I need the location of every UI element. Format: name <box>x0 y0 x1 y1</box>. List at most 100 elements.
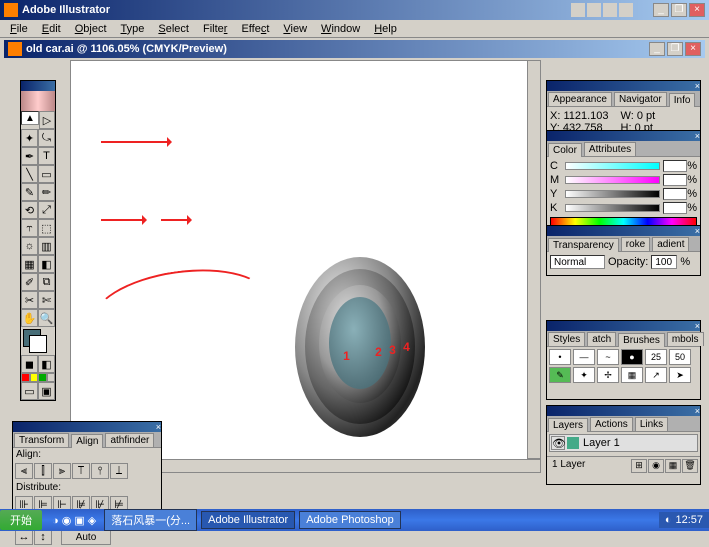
rect-tool[interactable]: ▭ <box>38 165 55 183</box>
tab-pathfinder[interactable]: athfinder <box>105 433 154 447</box>
cyan-value[interactable] <box>663 160 687 172</box>
canvas[interactable]: 1 2 3 4 <box>70 60 539 471</box>
tab-color[interactable]: Color <box>548 143 582 157</box>
line-tool[interactable]: ╲ <box>21 165 38 183</box>
menu-object[interactable]: Object <box>69 23 113 35</box>
direct-select-tool[interactable]: ▷ <box>39 111 55 129</box>
doc-minimize[interactable]: _ <box>649 42 665 56</box>
align-close-icon[interactable]: × <box>156 422 161 432</box>
screen-mode[interactable]: ▭ <box>21 382 38 400</box>
styles-panel-titlebar[interactable]: × <box>547 321 700 331</box>
layer-btn-2[interactable]: ◉ <box>648 459 664 473</box>
align-hcenter[interactable]: ⫿ <box>34 463 52 479</box>
trans-panel-titlebar[interactable]: × <box>547 226 700 236</box>
warp-tool[interactable]: ⥾ <box>21 219 38 237</box>
menu-type[interactable]: Type <box>115 23 151 35</box>
dist-v[interactable]: ↕ <box>34 529 52 545</box>
lasso-tool[interactable]: ⤿ <box>38 129 55 147</box>
layers-close-icon[interactable]: × <box>695 406 700 416</box>
menu-select[interactable]: Select <box>152 23 195 35</box>
fill-mode-color[interactable]: ◼ <box>21 355 38 373</box>
scissors-tool[interactable]: ✄ <box>38 291 55 309</box>
doc-close[interactable]: × <box>685 42 701 56</box>
align-left[interactable]: ⫷ <box>15 463 33 479</box>
menu-help[interactable]: Help <box>368 23 403 35</box>
tab-stroke[interactable]: roke <box>621 237 650 251</box>
layers-panel-titlebar[interactable]: × <box>547 406 700 416</box>
quicklaunch[interactable]: ◑ ◉ ▣ ◈ <box>46 514 102 527</box>
blend-mode-select[interactable]: Normal <box>550 255 605 269</box>
black-value[interactable] <box>663 202 687 214</box>
menu-file[interactable]: FFileile <box>4 23 34 35</box>
menu-filter[interactable]: Filter <box>197 23 233 35</box>
maximize-button[interactable]: ❐ <box>671 3 687 17</box>
tab-transparency[interactable]: Transparency <box>548 238 619 252</box>
info-close-icon[interactable]: × <box>695 81 700 91</box>
blend-tool[interactable]: ⧉ <box>38 273 55 291</box>
tab-transform[interactable]: Transform <box>14 433 69 447</box>
zoom-tool[interactable]: 🔍 <box>38 309 55 327</box>
menu-edit[interactable]: Edit <box>36 23 67 35</box>
trans-close-icon[interactable]: × <box>695 226 700 236</box>
new-layer-button[interactable]: ▦ <box>665 459 681 473</box>
minimize-button[interactable]: _ <box>653 3 669 17</box>
screen-mode-2[interactable]: ▣ <box>38 382 55 400</box>
tab-layers[interactable]: Layers <box>548 418 588 432</box>
graph-tool[interactable]: ▥ <box>38 237 55 255</box>
scale-tool[interactable]: ⤢ <box>38 201 55 219</box>
layer-btn-1[interactable]: ⊞ <box>631 459 647 473</box>
tab-styles[interactable]: Styles <box>548 332 585 346</box>
systray[interactable]: ◐ 12:57 <box>659 512 709 528</box>
tab-links[interactable]: Links <box>635 417 668 431</box>
mesh-tool[interactable]: ▦ <box>21 255 38 273</box>
tab-align[interactable]: Align <box>71 434 103 448</box>
start-button[interactable]: 开始 <box>0 510 42 530</box>
pen-tool[interactable]: ✒ <box>21 147 38 165</box>
tab-brushes[interactable]: Brushes <box>618 333 665 347</box>
screen-mode-buttons[interactable] <box>21 373 55 382</box>
align-vcenter[interactable]: ⫯ <box>91 463 109 479</box>
rotate-tool[interactable]: ⟲ <box>21 201 38 219</box>
black-slider[interactable] <box>565 204 660 212</box>
yellow-slider[interactable] <box>565 190 660 198</box>
tab-attributes[interactable]: Attributes <box>584 142 636 156</box>
brush-tool[interactable]: ✎ <box>21 183 38 201</box>
align-panel-titlebar[interactable]: × <box>13 422 161 432</box>
tab-info[interactable]: Info <box>669 93 696 107</box>
info-panel-titlebar[interactable]: × <box>547 81 700 91</box>
tab-gradient[interactable]: adient <box>652 237 689 251</box>
delete-layer-button[interactable]: 🗑 <box>682 459 698 473</box>
menu-effect[interactable]: Effect <box>235 23 275 35</box>
magenta-slider[interactable] <box>565 176 660 184</box>
task-illustrator[interactable]: Adobe Illustrator <box>201 511 295 529</box>
dist-h[interactable]: ↔ <box>15 529 33 545</box>
hand-tool[interactable]: ✋ <box>21 309 38 327</box>
color-panel-titlebar[interactable]: × <box>547 131 700 141</box>
styles-close-icon[interactable]: × <box>695 321 700 331</box>
yellow-value[interactable] <box>663 188 687 200</box>
tab-swatches[interactable]: atch <box>587 332 616 346</box>
align-bottom[interactable]: ⟘ <box>110 463 128 479</box>
slice-tool[interactable]: ✂ <box>21 291 38 309</box>
task-1[interactable]: 落石风暴一(分... <box>104 509 197 531</box>
tray-icon[interactable]: ◐ <box>665 514 672 526</box>
tab-actions[interactable]: Actions <box>590 417 633 431</box>
tab-appearance[interactable]: Appearance <box>548 92 612 106</box>
doc-maximize[interactable]: ❐ <box>667 42 683 56</box>
wand-tool[interactable]: ✦ <box>21 129 38 147</box>
magenta-value[interactable] <box>663 174 687 186</box>
task-photoshop[interactable]: Adobe Photoshop <box>299 511 400 529</box>
fill-mode-gradient[interactable]: ◧ <box>38 355 55 373</box>
opacity-input[interactable]: 100 <box>651 255 677 269</box>
tab-symbols[interactable]: mbols <box>667 332 704 346</box>
eye-icon[interactable]: 👁 <box>551 436 565 450</box>
selection-tool[interactable]: ▲ <box>21 111 39 125</box>
symbol-tool[interactable]: ☼ <box>21 237 38 255</box>
color-close-icon[interactable]: × <box>695 131 700 141</box>
menu-window[interactable]: Window <box>315 23 366 35</box>
scrollbar-vertical[interactable] <box>527 60 541 459</box>
fill-stroke-swatch[interactable] <box>21 327 55 355</box>
free-transform-tool[interactable]: ⬚ <box>38 219 55 237</box>
type-tool[interactable]: T <box>38 147 55 165</box>
cyan-slider[interactable] <box>565 162 660 170</box>
